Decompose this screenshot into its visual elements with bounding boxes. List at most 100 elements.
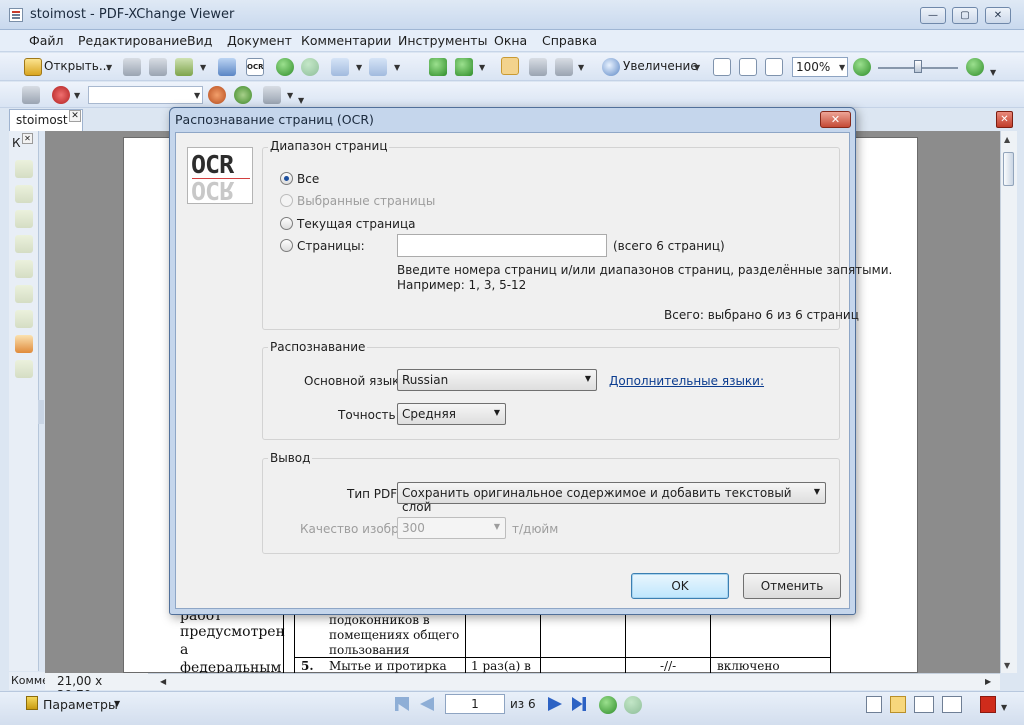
dialog-close-button[interactable]: ✕ <box>820 111 851 128</box>
zoom-tool-icon[interactable] <box>602 58 620 76</box>
panel-tool-9-icon[interactable] <box>15 360 33 378</box>
undo-dropdown-icon[interactable]: ▼ <box>356 63 362 72</box>
export-icon[interactable] <box>218 58 236 76</box>
save-icon[interactable] <box>123 58 141 76</box>
vertical-scrollbar[interactable] <box>1000 131 1017 673</box>
search-dropdown-icon[interactable]: ▼ <box>194 91 200 100</box>
menu-edit[interactable]: Редактирование <box>78 33 187 48</box>
params-button-label[interactable]: Параметры <box>43 697 118 712</box>
scroll-down-icon[interactable]: ▼ <box>1004 661 1010 670</box>
single-page-view-icon[interactable] <box>866 696 882 713</box>
rotate-right-icon[interactable] <box>455 58 473 76</box>
maximize-button[interactable]: ▢ <box>952 7 978 24</box>
select-dropdown-icon[interactable]: ▼ <box>578 63 584 72</box>
panel-tool-6-icon[interactable] <box>15 285 33 303</box>
snapshot-icon[interactable] <box>529 58 547 76</box>
panel-tool-3-icon[interactable] <box>15 210 33 228</box>
panel-tool-4-icon[interactable] <box>15 235 33 253</box>
rotate-dropdown-icon[interactable]: ▼ <box>479 63 485 72</box>
zoom-in-icon[interactable] <box>966 58 984 76</box>
menu-file[interactable]: Файл <box>29 33 64 48</box>
vertical-scroll-thumb[interactable] <box>1003 152 1014 186</box>
continuous-view-icon[interactable] <box>890 696 906 713</box>
print-icon[interactable] <box>149 58 167 76</box>
find-next-icon[interactable] <box>234 86 252 104</box>
toolbar-overflow-icon[interactable]: ▼ <box>990 68 996 77</box>
nav-back-icon[interactable] <box>599 696 617 714</box>
search-input[interactable] <box>88 86 203 104</box>
range-current-radio[interactable] <box>280 217 293 230</box>
flag-icon[interactable] <box>26 696 38 710</box>
email-icon[interactable] <box>175 58 193 76</box>
range-pages-radio[interactable] <box>280 239 293 252</box>
panel-tool-7-icon[interactable] <box>15 310 33 328</box>
zoom-slider-thumb[interactable] <box>914 60 922 73</box>
rotate-left-icon[interactable] <box>429 58 447 76</box>
open-button-label[interactable]: Открыть... <box>44 59 110 73</box>
menu-comments[interactable]: Комментарии <box>301 33 391 48</box>
menu-view[interactable]: Вид <box>187 33 212 48</box>
zoom-out-icon[interactable] <box>853 58 871 76</box>
hscroll-left-icon[interactable]: ◀ <box>160 677 166 686</box>
email-dropdown-icon[interactable]: ▼ <box>200 63 206 72</box>
panel-tool-8-icon[interactable] <box>15 335 33 353</box>
minimize-button[interactable]: — <box>920 7 946 24</box>
pdf-type-select[interactable]: Сохранить оригинальное содержимое и доба… <box>397 482 826 514</box>
ocr-icon[interactable]: OCR <box>246 58 264 76</box>
params-dropdown-icon[interactable]: ▼ <box>114 699 120 708</box>
cancel-button[interactable]: Отменить <box>743 573 841 599</box>
menu-help[interactable]: Справка <box>542 33 597 48</box>
range-all-label[interactable]: Все <box>297 172 319 186</box>
redo-dropdown-icon[interactable]: ▼ <box>394 63 400 72</box>
additional-languages-link[interactable]: Дополнительные языки: <box>609 374 764 388</box>
actual-size-icon[interactable] <box>713 58 731 76</box>
range-pages-label[interactable]: Страницы: <box>297 239 365 253</box>
zoom-dropdown-icon[interactable]: ▼ <box>694 63 700 72</box>
find-previous-icon[interactable] <box>208 86 226 104</box>
menu-windows[interactable]: Окна <box>494 33 527 48</box>
primary-language-select[interactable]: Russian ▼ <box>397 369 597 391</box>
highlight-dropdown-icon[interactable]: ▼ <box>287 91 293 100</box>
pdf-icon[interactable] <box>980 696 996 713</box>
tab-close-icon[interactable]: ✕ <box>69 110 81 122</box>
panel-tool-5-icon[interactable] <box>15 260 33 278</box>
page-number-input[interactable]: 1 <box>445 694 505 714</box>
ask-dropdown-icon[interactable]: ▼ <box>74 91 80 100</box>
panel-collapse-handle[interactable] <box>38 400 44 424</box>
ok-button[interactable]: OK <box>631 573 729 599</box>
toolbar2-overflow-icon[interactable]: ▼ <box>298 96 304 105</box>
hand-tool-icon[interactable] <box>501 57 519 75</box>
binoculars-icon[interactable] <box>22 86 40 104</box>
text-select-icon[interactable] <box>555 58 573 76</box>
accuracy-select[interactable]: Средняя ▼ <box>397 403 506 425</box>
facing-continuous-view-icon[interactable] <box>942 696 962 713</box>
zoom-label[interactable]: Увеличение <box>623 59 698 73</box>
close-window-button[interactable]: ✕ <box>985 7 1011 24</box>
range-all-radio[interactable] <box>280 172 293 185</box>
open-folder-icon[interactable] <box>24 58 42 76</box>
panel-close-icon[interactable]: ✕ <box>22 133 33 144</box>
back-icon[interactable] <box>276 58 294 76</box>
panel-tool-1-icon[interactable] <box>15 160 33 178</box>
hscroll-right-icon[interactable]: ▶ <box>985 677 991 686</box>
menu-tools[interactable]: Инструменты <box>398 33 487 48</box>
close-document-icon[interactable]: ✕ <box>996 111 1013 128</box>
ask-icon[interactable] <box>52 86 70 104</box>
scroll-up-icon[interactable]: ▲ <box>1004 135 1010 144</box>
facing-view-icon[interactable] <box>914 696 934 713</box>
pages-input[interactable] <box>397 234 607 257</box>
range-current-label[interactable]: Текущая страница <box>297 217 415 231</box>
zoom-level-dropdown-icon[interactable]: ▼ <box>839 63 845 72</box>
highlight-tool-icon[interactable] <box>263 86 281 104</box>
fit-width-icon[interactable] <box>765 58 783 76</box>
forward-icon[interactable] <box>301 58 319 76</box>
redo-icon[interactable] <box>369 58 387 76</box>
panel-tool-2-icon[interactable] <box>15 185 33 203</box>
view-dropdown-icon[interactable]: ▼ <box>1001 703 1007 712</box>
horizontal-scrollbar[interactable] <box>45 673 1000 690</box>
undo-icon[interactable] <box>331 58 349 76</box>
nav-forward-icon[interactable] <box>624 696 642 714</box>
fit-page-icon[interactable] <box>739 58 757 76</box>
open-dropdown-icon[interactable]: ▼ <box>106 63 112 72</box>
menu-document[interactable]: Документ <box>227 33 292 48</box>
